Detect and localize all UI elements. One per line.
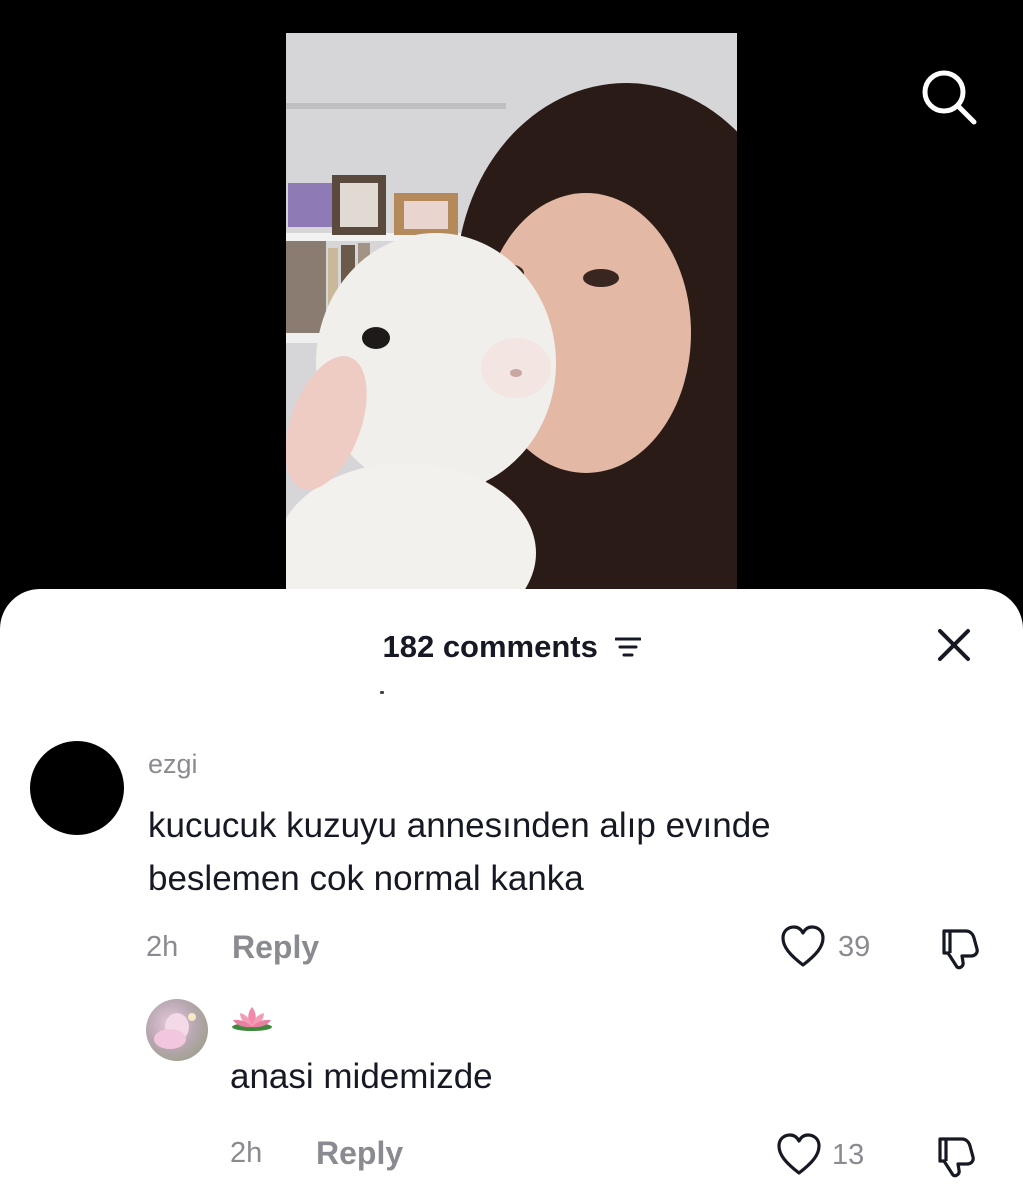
avatar[interactable]	[146, 999, 208, 1061]
comments-header: 182 comments	[0, 627, 1023, 665]
heart-icon[interactable]	[780, 925, 826, 969]
comments-sheet: 182 comments ezgi kucucuk kuzuyu annesın…	[0, 589, 1023, 1200]
video-thumbnail[interactable]	[286, 33, 737, 593]
like-count: 13	[832, 1139, 865, 1171]
search-icon[interactable]	[916, 64, 980, 128]
heart-icon[interactable]	[776, 1133, 822, 1177]
lotus-emoji-icon[interactable]	[230, 1003, 274, 1033]
comment-time: 2h	[230, 1137, 263, 1169]
dislike-icon[interactable]	[936, 925, 982, 971]
like-count: 39	[838, 931, 871, 963]
avatar[interactable]	[30, 741, 124, 835]
divider-dot	[380, 691, 384, 694]
filter-icon[interactable]	[614, 636, 641, 658]
comment-text: anasi midemizde	[230, 1057, 493, 1096]
close-icon[interactable]	[934, 625, 974, 665]
dislike-icon[interactable]	[932, 1133, 978, 1179]
comment-username[interactable]: ezgi	[148, 749, 198, 780]
avatar-image	[154, 1013, 196, 1049]
reply-button[interactable]: Reply	[316, 1135, 403, 1172]
video-thumbnail-image	[286, 33, 737, 593]
reply-button[interactable]: Reply	[232, 929, 319, 966]
comments-count-label: 182 comments	[382, 628, 598, 664]
comment-text: kucucuk kuzuyu annesınden alıp evınde be…	[148, 806, 771, 898]
video-player[interactable]	[0, 0, 1023, 600]
comment-time: 2h	[146, 931, 179, 963]
